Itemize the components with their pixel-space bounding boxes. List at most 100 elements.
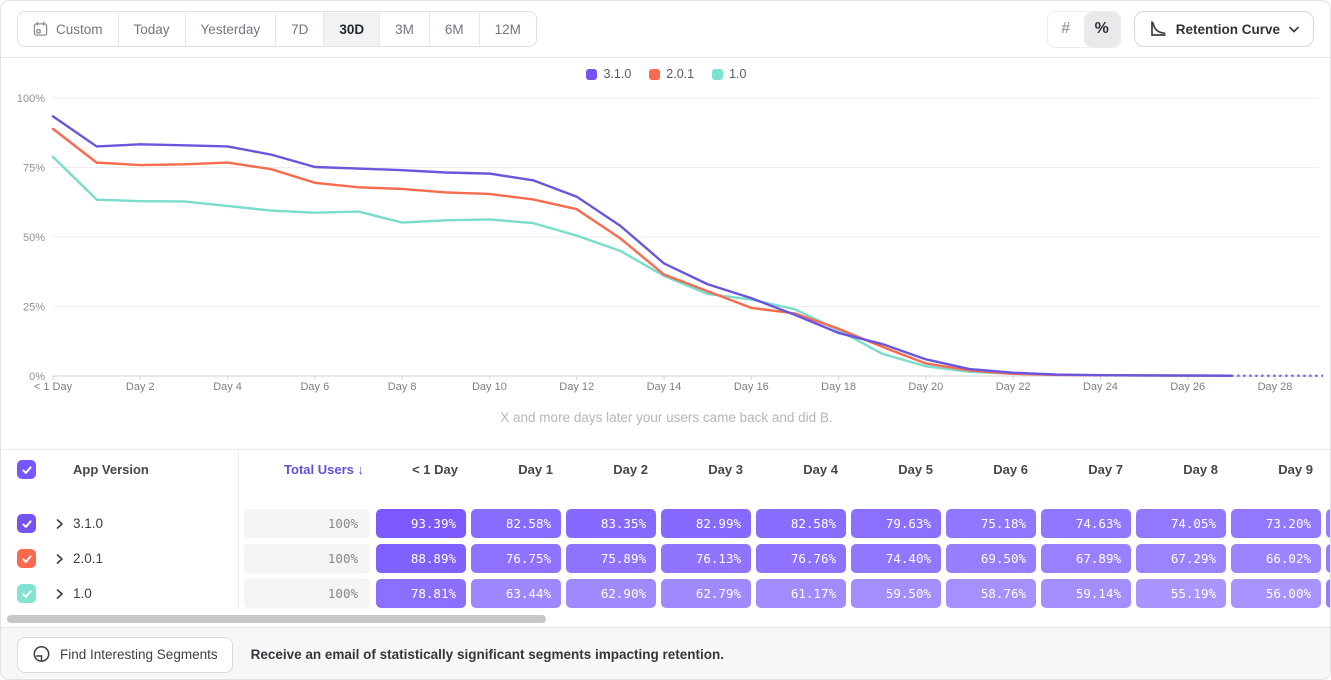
retention-cell[interactable]: 82.58%: [471, 509, 561, 538]
column-header-day-4[interactable]: Day 4: [756, 462, 851, 477]
retention-day-column: 62.79%: [661, 579, 756, 608]
retention-cell[interactable]: 59.14%: [1041, 579, 1131, 608]
app-version-label: 3.1.0: [73, 516, 238, 531]
retention-cell[interactable]: 67.89%: [1041, 544, 1131, 573]
percent-format-button[interactable]: %: [1084, 12, 1120, 47]
retention-cell[interactable]: 62.79%: [661, 579, 751, 608]
row-checkbox[interactable]: [17, 549, 36, 568]
range-button-today[interactable]: Today: [119, 12, 186, 46]
retention-cell[interactable]: 79.63%: [851, 509, 941, 538]
retention-cell[interactable]: 74.05%: [1136, 509, 1226, 538]
column-header-day-9[interactable]: Day 9: [1231, 462, 1326, 477]
retention-cell[interactable]: 74.63%: [1041, 509, 1131, 538]
retention-day-column: 59.50%: [851, 579, 946, 608]
retention-cell[interactable]: 73.20%: [1231, 509, 1321, 538]
retention-cell[interactable]: 76.75%: [471, 544, 561, 573]
retention-cell[interactable]: 67.29%: [1136, 544, 1226, 573]
retention-cell[interactable]: 62.90%: [566, 579, 656, 608]
expand-chevron-icon[interactable]: [45, 588, 73, 600]
row-select-cell: [1, 514, 45, 533]
range-button-3m[interactable]: 3M: [380, 12, 430, 46]
retention-cell[interactable]: 82.99%: [661, 509, 751, 538]
range-label: Today: [134, 22, 170, 37]
retention-cell[interactable]: 75.89%: [566, 544, 656, 573]
column-header-total-users[interactable]: Total Users ↓: [284, 462, 376, 477]
find-interesting-segments-button[interactable]: Find Interesting Segments: [17, 637, 233, 673]
retention-cell[interactable]: 75.18%: [946, 509, 1036, 538]
legend-label: 1.0: [729, 67, 746, 81]
frozen-pane-divider: [238, 450, 239, 610]
expand-chevron-icon[interactable]: [45, 518, 73, 530]
legend-swatch: [712, 69, 723, 80]
range-button-custom[interactable]: Custom: [18, 12, 119, 46]
retention-cell[interactable]: 82.58%: [756, 509, 846, 538]
range-label: Custom: [56, 22, 103, 37]
range-button-7d[interactable]: 7D: [276, 12, 324, 46]
x-axis-tick-label: Day 4: [213, 381, 242, 393]
retention-day-column: 93.39%: [376, 509, 471, 538]
retention-cell-clipped[interactable]: [1326, 579, 1331, 608]
retention-cell-clipped[interactable]: [1326, 509, 1331, 538]
column-header-day-6[interactable]: Day 6: [946, 462, 1041, 477]
series-line-2.0.1: [53, 129, 1231, 376]
column-header-day-7[interactable]: Day 7: [1041, 462, 1136, 477]
retention-cell[interactable]: 59.50%: [851, 579, 941, 608]
retention-cell[interactable]: 78.81%: [376, 579, 466, 608]
retention-day-column: 63.44%: [471, 579, 566, 608]
total-users-cell: 100%: [244, 579, 370, 608]
legend-item-2.0.1[interactable]: 2.0.1: [649, 67, 694, 81]
column-header-day-5[interactable]: Day 5: [851, 462, 946, 477]
x-axis-tick-label: Day 16: [734, 381, 769, 393]
range-label: 12M: [495, 22, 521, 37]
retention-cell[interactable]: 74.40%: [851, 544, 941, 573]
scrollbar-thumb[interactable]: [7, 615, 546, 623]
retention-day-column: 74.63%: [1041, 509, 1136, 538]
number-format-button[interactable]: #: [1048, 12, 1084, 47]
column-header-day-1[interactable]: Day 1: [471, 462, 566, 477]
column-header--1-day[interactable]: < 1 Day: [376, 462, 471, 477]
chart-type-dropdown[interactable]: Retention Curve: [1134, 11, 1314, 47]
y-axis-tick-label: 100%: [17, 93, 45, 105]
column-header-day-8[interactable]: Day 8: [1136, 462, 1231, 477]
select-all-checkbox[interactable]: [17, 460, 36, 479]
retention-day-column: 59.14%: [1041, 579, 1136, 608]
retention-cell[interactable]: 56.00%: [1231, 579, 1321, 608]
retention-cell[interactable]: 76.13%: [661, 544, 751, 573]
interesting-segments-icon: [32, 645, 51, 664]
legend-label: 2.0.1: [666, 67, 694, 81]
x-axis-tick-label: < 1 Day: [34, 381, 73, 393]
legend-item-1.0[interactable]: 1.0: [712, 67, 746, 81]
retention-cell[interactable]: 55.19%: [1136, 579, 1226, 608]
retention-day-column: 58.76%: [946, 579, 1041, 608]
column-header-total-users-cell: Total Users ↓: [238, 462, 376, 477]
retention-cell[interactable]: 83.35%: [566, 509, 656, 538]
range-button-6m[interactable]: 6M: [430, 12, 480, 46]
expand-chevron-icon[interactable]: [45, 553, 73, 565]
row-checkbox[interactable]: [17, 514, 36, 533]
column-header-day-3[interactable]: Day 3: [661, 462, 756, 477]
retention-cell[interactable]: 66.02%: [1231, 544, 1321, 573]
retention-cell[interactable]: 63.44%: [471, 579, 561, 608]
retention-cell[interactable]: 76.76%: [756, 544, 846, 573]
retention-chart: 0%25%50%75%100%< 1 DayDay 2Day 4Day 6Day…: [1, 86, 1331, 402]
series-line-1.0: [53, 157, 1231, 376]
row-select-cell: [1, 584, 45, 603]
retention-cell[interactable]: 88.89%: [376, 544, 466, 573]
range-button-yesterday[interactable]: Yesterday: [186, 12, 277, 46]
retention-cell[interactable]: 93.39%: [376, 509, 466, 538]
retention-cell[interactable]: 69.50%: [946, 544, 1036, 573]
retention-day-column: 67.89%: [1041, 544, 1136, 573]
range-button-12m[interactable]: 12M: [480, 12, 536, 46]
legend-item-3.1.0[interactable]: 3.1.0: [586, 67, 631, 81]
y-axis-tick-label: 50%: [23, 232, 45, 244]
row-checkbox[interactable]: [17, 584, 36, 603]
retention-cell[interactable]: 61.17%: [756, 579, 846, 608]
retention-cell-clipped[interactable]: [1326, 544, 1331, 573]
retention-cell[interactable]: 58.76%: [946, 579, 1036, 608]
horizontal-scrollbar[interactable]: [1, 613, 1330, 625]
row-select-cell: [1, 549, 45, 568]
range-button-30d[interactable]: 30D: [324, 12, 380, 46]
y-axis-tick-label: 75%: [23, 163, 45, 175]
column-header-day-2[interactable]: Day 2: [566, 462, 661, 477]
calendar-icon: [33, 21, 48, 37]
